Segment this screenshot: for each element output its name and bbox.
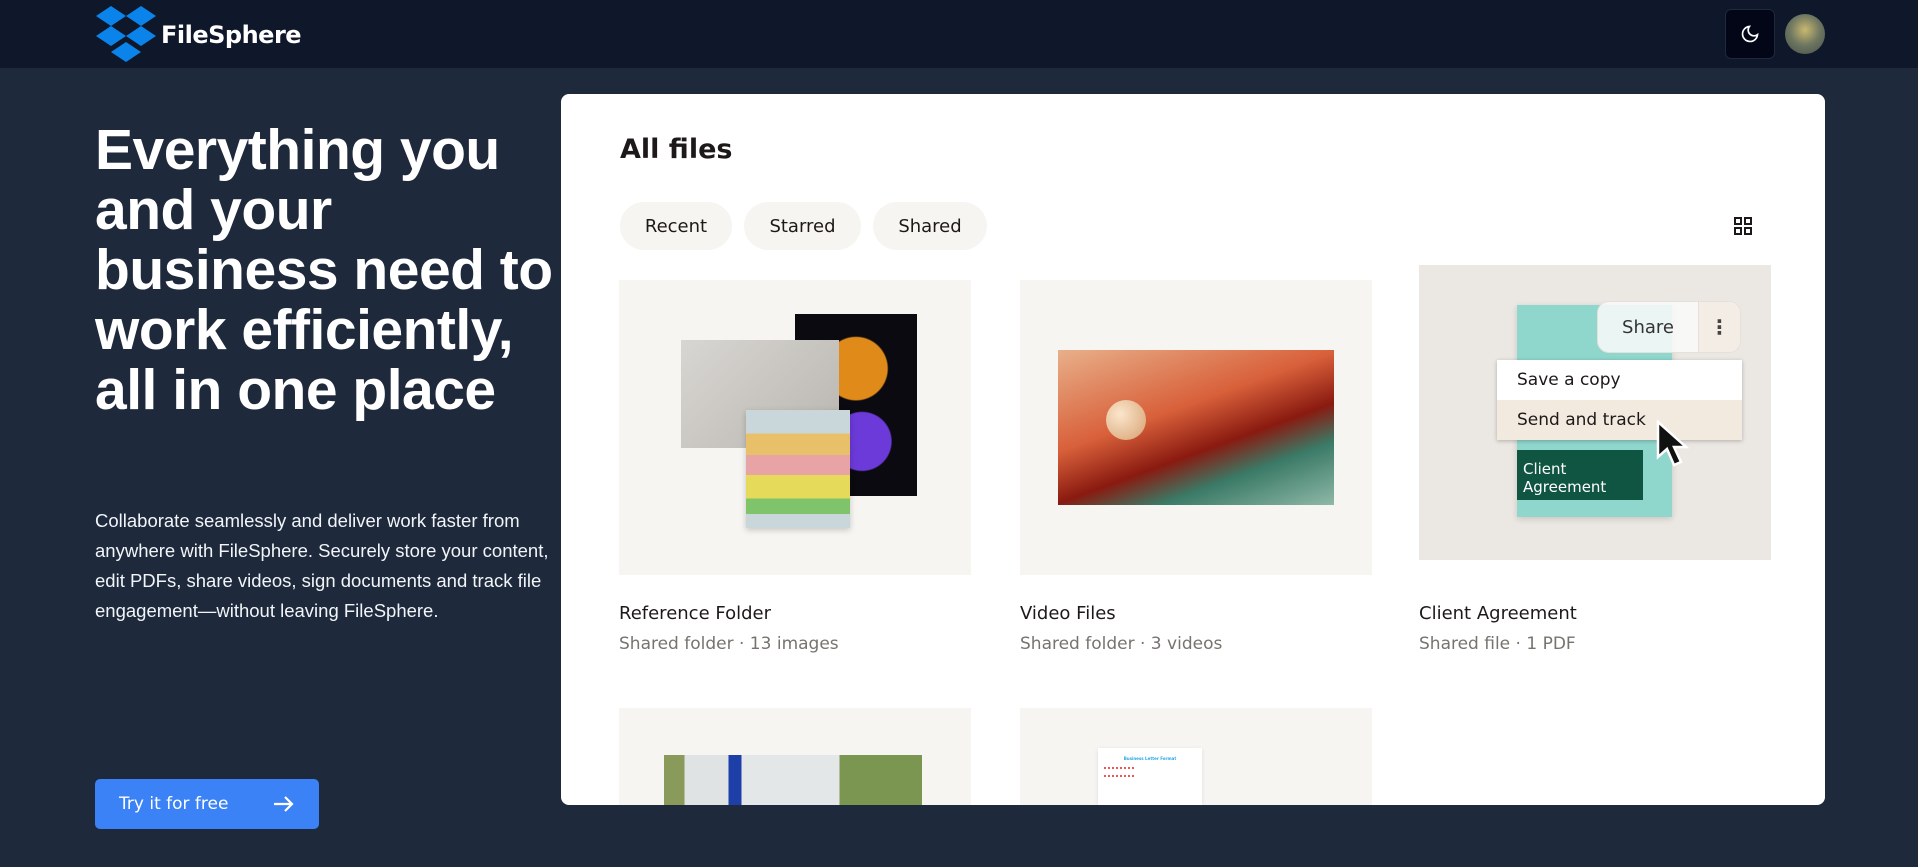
try-free-button[interactable]: Try it for free xyxy=(95,779,319,829)
avatar[interactable] xyxy=(1785,14,1825,54)
files-panel: All files Recent Starred Shared Referenc… xyxy=(561,94,1825,805)
photo-thumbnail xyxy=(619,708,971,805)
letter-thumbnail: Business Letter Format xyxy=(1020,708,1372,805)
menu-item-save-copy[interactable]: Save a copy xyxy=(1497,360,1742,400)
file-name: Video Files xyxy=(1020,603,1116,624)
file-name: Reference Folder xyxy=(619,603,771,624)
hero-description: Collaborate seamlessly and deliver work … xyxy=(95,510,549,621)
file-meta: Shared folder · 13 images xyxy=(619,634,839,654)
top-nav: FileSphere xyxy=(0,0,1918,68)
grid-view-icon[interactable] xyxy=(1733,216,1753,236)
share-button[interactable]: Share xyxy=(1598,317,1698,338)
logo[interactable]: FileSphere xyxy=(95,6,302,64)
file-card-reference-folder[interactable]: Reference Folder Shared folder · 13 imag… xyxy=(619,280,971,654)
tab-shared[interactable]: Shared xyxy=(873,202,987,250)
letter-title: Business Letter Format xyxy=(1123,756,1177,761)
file-meta: Shared folder · 3 videos xyxy=(1020,634,1223,654)
document-label: Client Agreement xyxy=(1517,450,1643,500)
file-card-photo[interactable] xyxy=(619,708,971,805)
file-card-client-agreement[interactable]: Client Agreement Share ⋮ Save a copy Sen… xyxy=(1419,265,1771,654)
tab-recent[interactable]: Recent xyxy=(620,202,732,250)
moon-icon xyxy=(1741,25,1759,43)
file-meta: Shared file · 1 PDF xyxy=(1419,634,1576,654)
brand-name: FileSphere xyxy=(161,21,302,49)
file-name: Client Agreement xyxy=(1419,603,1577,624)
more-options-icon[interactable]: ⋮ xyxy=(1698,302,1740,352)
cursor-icon xyxy=(1656,419,1690,467)
theme-toggle-button[interactable] xyxy=(1725,9,1775,59)
video-thumbnail xyxy=(1020,280,1372,575)
panel-title: All files xyxy=(620,134,733,165)
hero-title: Everything you and your business need to… xyxy=(95,118,553,422)
file-card-letter[interactable]: Business Letter Format xyxy=(1020,708,1372,805)
folder-thumbnail xyxy=(619,280,971,575)
logo-icon xyxy=(96,6,156,62)
menu-item-send-track[interactable]: Send and track xyxy=(1497,400,1742,440)
share-control: Share ⋮ xyxy=(1597,301,1741,353)
context-menu: Save a copy Send and track xyxy=(1497,360,1742,440)
document-thumbnail: Client Agreement Share ⋮ Save a copy Sen… xyxy=(1419,265,1771,560)
file-card-video-files[interactable]: Video Files Shared folder · 3 videos xyxy=(1020,280,1372,654)
tab-starred[interactable]: Starred xyxy=(744,202,861,250)
arrow-right-icon xyxy=(274,796,294,812)
try-free-label: Try it for free xyxy=(119,794,229,814)
